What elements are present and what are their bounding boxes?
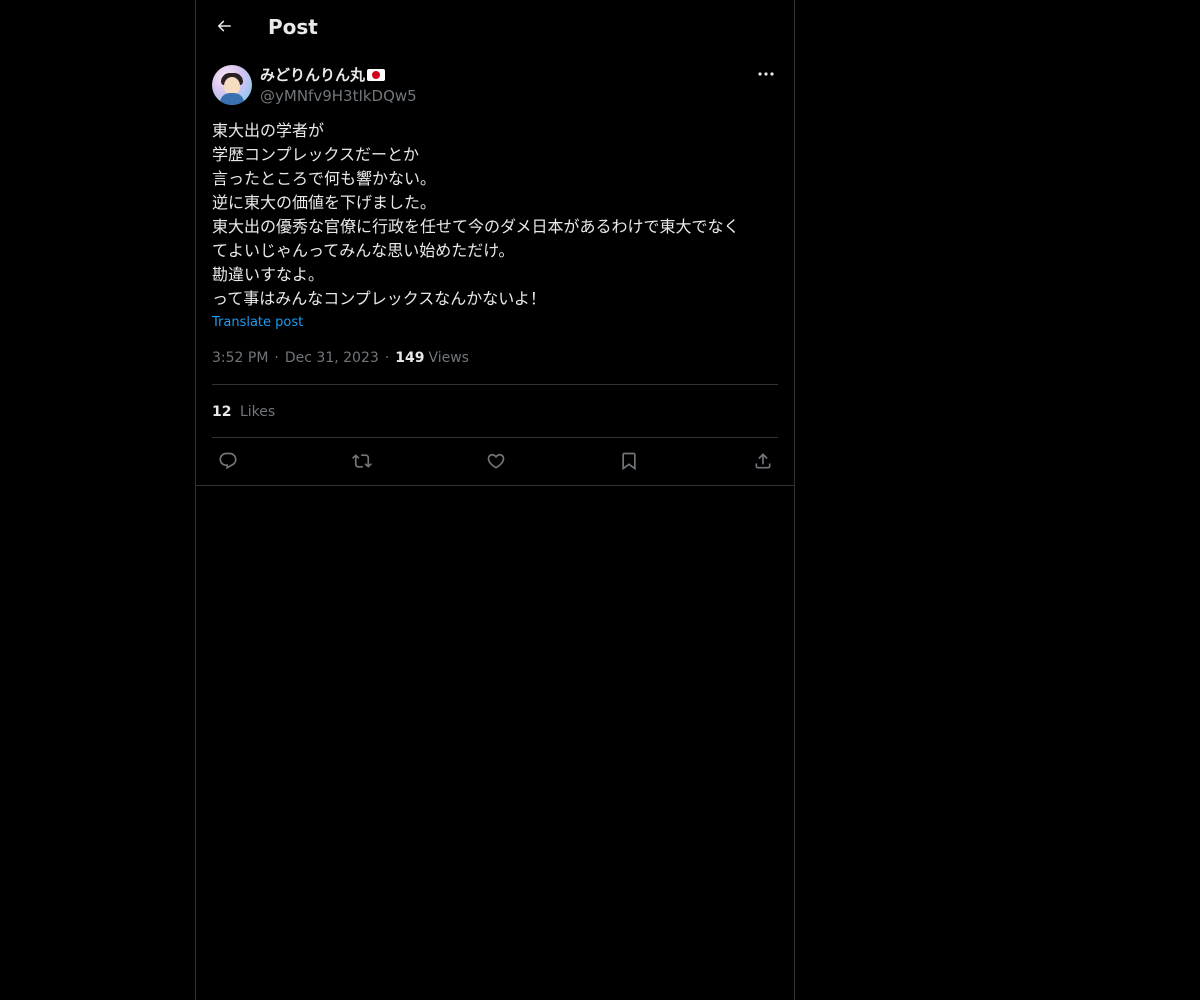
views-label: Views <box>428 350 469 366</box>
post-date[interactable]: Dec 31, 2023 <box>285 347 379 369</box>
action-bar <box>212 444 778 478</box>
author-row: みどりんりん丸 @yMNfv9H3tIkDQw5 <box>212 64 778 108</box>
reply-icon <box>219 452 237 470</box>
repost-icon <box>352 454 372 468</box>
back-button[interactable] <box>208 10 240 42</box>
post-text: 東大出の学者が 学歴コンプレックスだーとか 言ったところで何も響かない。 逆に東… <box>212 121 740 308</box>
author-name-text: みどりんりん丸 <box>260 66 366 84</box>
bookmark-icon <box>622 452 636 471</box>
reply-button[interactable] <box>212 444 244 478</box>
post-meta: 3:52 PM · Dec 31, 2023 · 149 Views <box>212 347 469 369</box>
post-header: Post <box>196 0 794 53</box>
japan-flag-icon <box>367 69 386 81</box>
post-time[interactable]: 3:52 PM <box>212 347 268 369</box>
repost-button[interactable] <box>346 444 378 478</box>
author-display-name[interactable]: みどりんりん丸 <box>260 65 386 85</box>
more-dots-icon <box>758 72 774 76</box>
translate-post-link[interactable]: Translate post <box>212 313 303 333</box>
divider <box>212 437 778 438</box>
page-title: Post <box>268 15 318 39</box>
author-handle[interactable]: @yMNfv9H3tIkDQw5 <box>260 86 417 106</box>
arrow-left-icon <box>217 20 231 32</box>
like-button[interactable] <box>480 444 512 478</box>
avatar[interactable] <box>212 65 252 105</box>
divider <box>212 384 778 385</box>
likes-count: 12 <box>212 404 232 420</box>
more-options-button[interactable] <box>754 64 778 84</box>
separator-dot: · <box>384 350 390 366</box>
post-detail-column: Post みどりんりん丸 @yMNfv9H3tIkDQw5 東大出の学者が 学歴… <box>195 0 795 1000</box>
share-icon <box>755 453 771 469</box>
separator-dot: · <box>274 350 279 366</box>
heart-icon <box>487 453 505 469</box>
post-bottom-border <box>196 485 794 486</box>
bookmark-button[interactable] <box>613 444 645 478</box>
likes-label: Likes <box>239 404 276 420</box>
share-button[interactable] <box>747 444 779 478</box>
views-count: 149 <box>395 350 425 366</box>
likes-summary[interactable]: 12 Likes <box>212 401 275 423</box>
